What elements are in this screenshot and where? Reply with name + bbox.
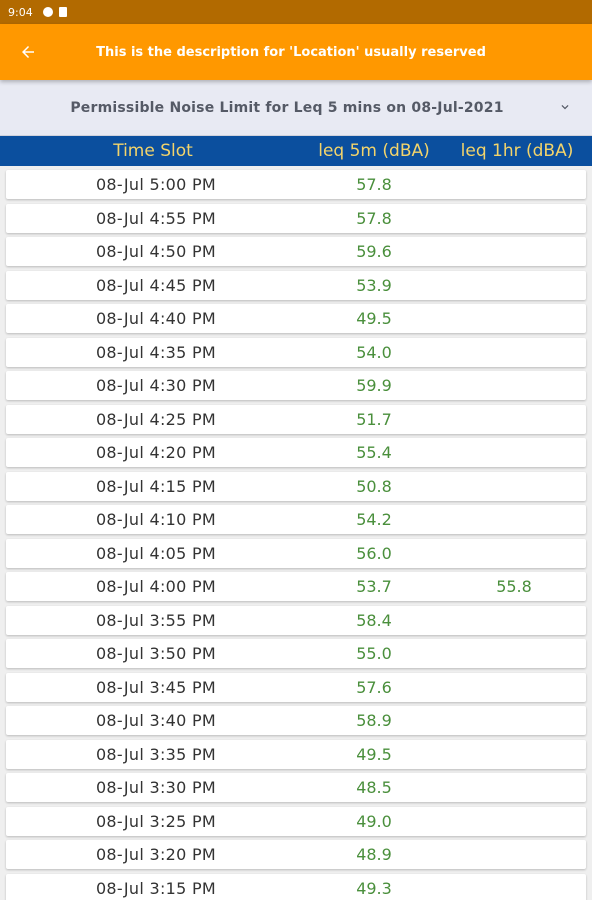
leq-5m-cell: 49.0	[356, 811, 392, 831]
noise-table-body[interactable]: 08-Jul 5:00 PM 57.8 08-Jul 4:55 PM 57.8 08-J…	[0, 166, 592, 900]
leq-5m-cell: 49.5	[356, 744, 392, 764]
time-slot-cell: 08-Jul 4:20 PM	[95, 443, 217, 462]
time-slot-cell: 08-Jul 4:55 PM	[95, 208, 217, 228]
time-slot-cell: 08-Jul 3:20 PM	[95, 845, 217, 864]
leq-5m-cell: 53.9	[356, 275, 392, 295]
leq-5m-cell: 50.8	[356, 476, 392, 496]
time-slot-cell: 08-Jul 4:00 PM	[95, 577, 217, 596]
status-time: 9:04	[8, 5, 33, 19]
leq-5m-cell: 54.0	[356, 342, 392, 362]
table-row: 08-Jul 4:35 PM 54.0	[6, 337, 586, 367]
time-slot-cell: 08-Jul 4:30 PM	[95, 376, 217, 395]
time-slot-cell: 08-Jul 4:50 PM	[95, 242, 217, 261]
time-slot-cell: 08-Jul 4:25 PM	[95, 409, 217, 429]
time-slot-cell: 08-Jul 3:45 PM	[95, 677, 217, 697]
noise-limit-dropdown[interactable]: Permissible Noise Limit for Leq 5 mins o…	[0, 80, 592, 136]
leq-1hr-cell: 55.8	[496, 577, 532, 596]
leq-5m-cell: 58.9	[356, 711, 392, 730]
leq-5m-cell: 56.0	[356, 543, 392, 563]
table-row: 08-Jul 4:05 PM 56.0	[6, 538, 586, 568]
dropdown-selected-value: Permissible Noise Limit for Leq 5 mins o…	[70, 99, 504, 116]
table-row: 08-Jul 3:50 PM 55.0	[6, 639, 586, 668]
leq-5m-cell: 55.4	[356, 443, 392, 462]
table-row: 08-Jul 4:45 PM 53.9	[6, 270, 586, 300]
header-time-slot: Time Slot	[113, 141, 193, 161]
table-row: 08-Jul 4:15 PM 50.8	[6, 471, 586, 501]
leq-5m-cell: 48.5	[356, 778, 392, 797]
time-slot-cell: 08-Jul 3:30 PM	[95, 778, 217, 797]
time-slot-cell: 08-Jul 3:40 PM	[95, 711, 217, 730]
table-row: 08-Jul 3:45 PM 57.6	[6, 672, 586, 702]
time-slot-cell: 08-Jul 3:50 PM	[95, 644, 217, 663]
time-slot-cell: 08-Jul 4:05 PM	[95, 543, 217, 563]
header-leq-5m: leq 5m (dBA)	[318, 141, 430, 161]
table-row: 08-Jul 3:15 PM 49.3	[6, 873, 586, 900]
time-slot-cell: 08-Jul 3:25 PM	[95, 811, 217, 831]
table-row: 08-Jul 4:50 PM 59.6	[6, 237, 586, 266]
leq-5m-cell: 57.6	[356, 677, 392, 697]
table-row: 08-Jul 5:00 PM 57.8	[6, 170, 586, 199]
table-row: 08-Jul 3:25 PM 49.0	[6, 806, 586, 836]
arrow-back-icon	[22, 46, 34, 58]
app-bar: This is the description for 'Location' u…	[0, 24, 592, 80]
leq-5m-cell: 51.7	[356, 409, 392, 429]
notification-icon	[42, 7, 53, 17]
table-row: 08-Jul 4:10 PM 54.2	[6, 505, 586, 534]
table-row: 08-Jul 3:30 PM 48.5	[6, 773, 586, 802]
time-slot-cell: 08-Jul 5:00 PM	[95, 175, 217, 194]
sim-card-icon	[58, 7, 67, 17]
status-bar: 9:04	[0, 0, 592, 24]
time-slot-cell: 08-Jul 4:10 PM	[95, 510, 217, 529]
time-slot-cell: 08-Jul 4:40 PM	[95, 309, 217, 328]
leq-5m-cell: 59.9	[356, 376, 392, 395]
time-slot-cell: 08-Jul 4:35 PM	[95, 342, 217, 362]
table-row: 08-Jul 4:40 PM 49.5	[6, 304, 586, 333]
table-header: Time Slot leq 5m (dBA) leq 1hr (dBA)	[0, 136, 592, 166]
table-row: 08-Jul 3:35 PM 49.5	[6, 739, 586, 769]
table-row: 08-Jul 4:30 PM 59.9	[6, 371, 586, 400]
leq-5m-cell: 57.8	[356, 208, 392, 228]
table-row: 08-Jul 3:55 PM 58.4	[6, 605, 586, 635]
time-slot-cell: 08-Jul 3:35 PM	[95, 744, 217, 764]
leq-5m-cell: 48.9	[356, 845, 392, 864]
app-title: This is the description for 'Location' u…	[96, 44, 486, 60]
table-row: 08-Jul 3:40 PM 58.9	[6, 706, 586, 735]
leq-5m-cell: 58.4	[356, 610, 392, 630]
table-row: 08-Jul 3:20 PM 48.9	[6, 840, 586, 869]
leq-5m-cell: 49.3	[356, 878, 392, 898]
table-row: 08-Jul 4:55 PM 57.8	[6, 203, 586, 233]
leq-5m-cell: 59.6	[356, 242, 392, 261]
time-slot-cell: 08-Jul 3:15 PM	[95, 878, 217, 898]
header-leq-1hr: leq 1hr (dBA)	[460, 141, 574, 161]
time-slot-cell: 08-Jul 4:45 PM	[95, 275, 217, 295]
leq-5m-cell: 49.5	[356, 309, 392, 328]
table-row: 08-Jul 4:20 PM 55.4	[6, 438, 586, 467]
app-screen: 9:04 This is the description for 'Locati…	[0, 0, 592, 900]
table-row: 08-Jul 4:00 PM 53.7 55.8	[6, 572, 586, 601]
leq-5m-cell: 57.8	[356, 175, 392, 194]
time-slot-cell: 08-Jul 4:15 PM	[95, 476, 217, 496]
chevron-down-icon	[561, 105, 569, 110]
leq-5m-cell: 53.7	[356, 577, 392, 596]
table-row: 08-Jul 4:25 PM 51.7	[6, 404, 586, 434]
leq-5m-cell: 54.2	[356, 510, 392, 529]
leq-5m-cell: 55.0	[356, 644, 392, 663]
time-slot-cell: 08-Jul 3:55 PM	[95, 610, 217, 630]
